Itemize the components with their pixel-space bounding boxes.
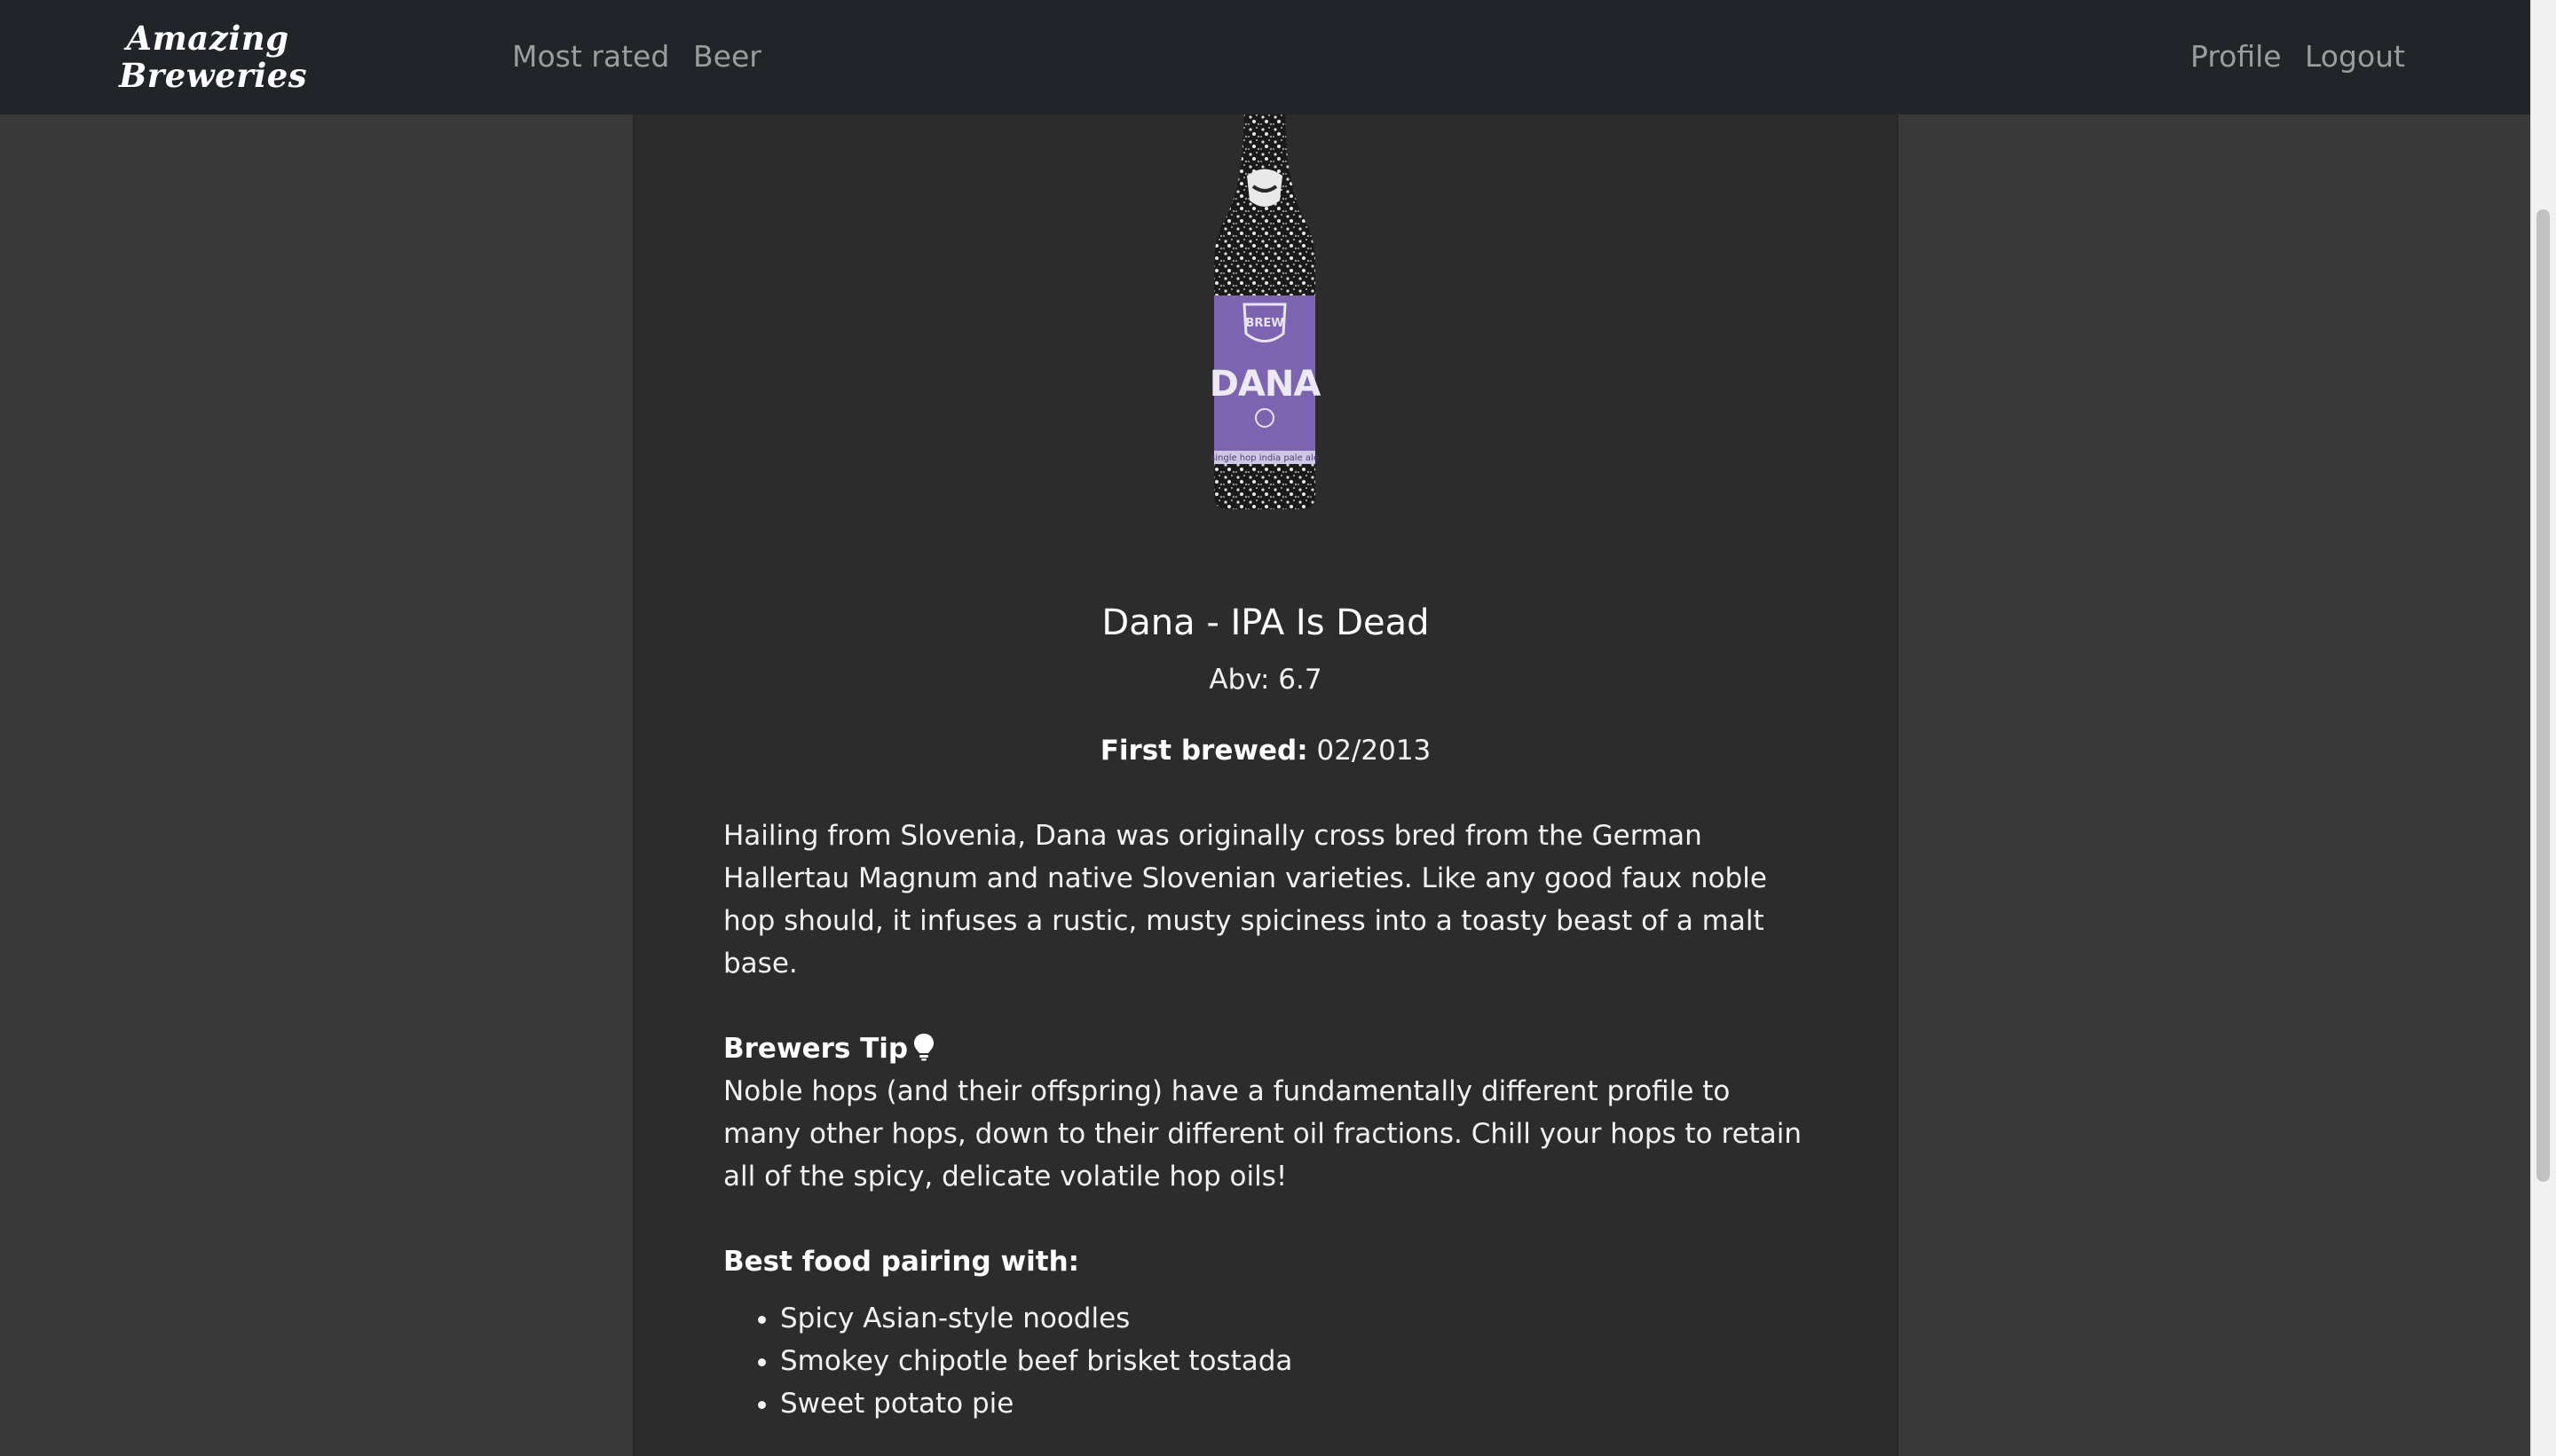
first-brewed-value: 02/2013: [1316, 735, 1432, 767]
nav-link-profile[interactable]: Profile: [2190, 35, 2282, 78]
list-item: Spicy Asian-style noodles: [780, 1297, 1292, 1340]
scrollbar-thumb[interactable]: [2536, 209, 2550, 1182]
svg-text:single hop india pale ale: single hop india pale ale: [1211, 453, 1319, 463]
svg-text:BREW: BREW: [1245, 317, 1283, 330]
nav-link-beer[interactable]: Beer: [693, 35, 761, 78]
brand-line-1: Amazing: [126, 19, 289, 58]
list-item: Smokey chipotle beef brisket tostada: [780, 1340, 1292, 1382]
nav-link-logout[interactable]: Logout: [2305, 35, 2405, 78]
beer-description: Hailing from Slovenia, Dana was original…: [723, 820, 1767, 980]
list-item: Sweet potato pie: [780, 1382, 1292, 1425]
nav-link-most-rated[interactable]: Most rated: [512, 35, 669, 78]
beer-abv: Abv: 6.7: [1209, 664, 1322, 696]
beer-name: Dana - IPA Is Dead: [1101, 602, 1430, 643]
brand-line-2: Breweries: [119, 56, 308, 95]
lightbulb-icon: [913, 1031, 935, 1074]
brewers-tip-label: Brewers Tip: [723, 1033, 909, 1065]
brewers-tip-heading: Brewers Tip: [723, 1027, 935, 1074]
food-pairing-list: Spicy Asian-style noodles Smokey chipotl…: [723, 1297, 1292, 1425]
brewers-tip-text: Noble hops (and their offspring) have a …: [723, 1075, 1803, 1192]
first-brewed-label: First brewed:: [1100, 735, 1308, 767]
svg-text:DANA: DANA: [1210, 364, 1321, 405]
first-brewed: First brewed: 02/2013: [633, 729, 1898, 772]
navbar: Amazing Breweries Most rated Beer Profil…: [0, 0, 2530, 114]
brand-logo[interactable]: Amazing Breweries: [119, 19, 308, 95]
beer-image: BREW DANA single hop india pale ale: [1198, 114, 1331, 513]
food-pairing-heading: Best food pairing with:: [723, 1246, 1080, 1278]
